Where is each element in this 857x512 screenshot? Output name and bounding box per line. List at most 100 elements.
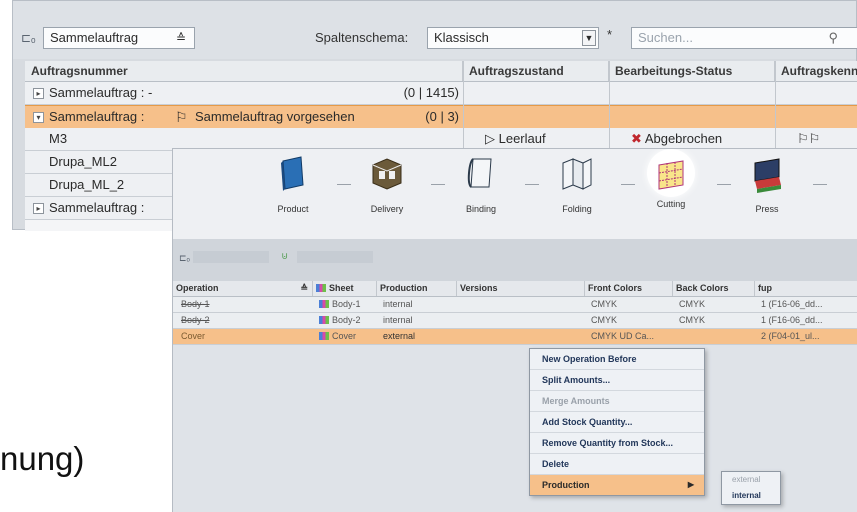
tree-view-icon[interactable]: ⊏ₒ <box>179 253 190 264</box>
aborted-status: ✖ Abgebrochen <box>631 131 723 146</box>
row-count: (0 | 1415) <box>403 85 459 100</box>
expand-icon[interactable]: ▸ <box>33 88 44 99</box>
row-name-suffix: Sammelauftrag vorgesehen <box>195 109 355 124</box>
job-marker-icon: ⚐⚐ <box>797 131 821 146</box>
order-list-toolbar: ⊏ₒ Sammelauftrag ≙ Spaltenschema: Klassi… <box>13 1 857 59</box>
column-schema-value: Klassisch <box>434 30 489 45</box>
table-row-selected[interactable]: ▾ Sammelauftrag : ⚐ Sammelauftrag vorges… <box>25 105 857 129</box>
sheet-cell: Body-2 <box>319 313 361 328</box>
toolbar-field[interactable] <box>193 251 269 263</box>
col-header-bearbeitungs-status[interactable]: Bearbeitungs-Status <box>609 61 775 81</box>
front-colors-cell: CMYK UD Ca... <box>591 331 655 341</box>
caption-fragment: nung) <box>0 440 85 477</box>
step-folding[interactable]: Folding <box>541 155 613 214</box>
sheet-icon <box>319 332 329 340</box>
col-header-back-colors[interactable]: Back Colors <box>673 281 755 296</box>
step-delivery[interactable]: Delivery <box>351 155 423 214</box>
sheet-cell: Body-1 <box>319 297 361 312</box>
back-colors-cell: CMYK <box>679 299 706 309</box>
sheet-icon <box>316 284 326 292</box>
step-connector <box>717 184 731 185</box>
collapse-icon[interactable]: ▾ <box>33 112 44 123</box>
workflow-steps: Product Delivery Binding Folding Cutting… <box>173 149 857 239</box>
search-placeholder: Suchen... <box>638 30 693 45</box>
row-name: Drupa_ML_2 <box>49 177 125 192</box>
step-binding[interactable]: Binding <box>445 155 517 214</box>
menu-item-add-stock-quantity[interactable]: Add Stock Quantity... <box>530 412 704 433</box>
col-header-production[interactable]: Production <box>377 281 457 296</box>
step-connector <box>431 184 445 185</box>
cutting-icon <box>658 160 684 190</box>
col-header-front-colors[interactable]: Front Colors <box>585 281 673 296</box>
operation-name: Cover <box>181 331 206 341</box>
operation-name: Body-2 <box>181 315 210 325</box>
search-input[interactable]: Suchen... ⚲ <box>631 27 857 49</box>
tree-view-icon[interactable]: ⊏ₒ <box>21 31 36 45</box>
row-name: Sammelauftrag : <box>49 109 145 124</box>
folding-icon <box>562 158 592 190</box>
menu-item-new-operation-before[interactable]: New Operation Before <box>530 349 704 370</box>
delivery-icon <box>372 158 402 190</box>
view-combo[interactable]: Sammelauftrag ≙ <box>43 27 195 49</box>
submenu-item-internal[interactable]: internal <box>722 488 780 504</box>
submenu-arrow-icon: ▶ <box>687 480 694 489</box>
modified-marker: * <box>607 27 613 42</box>
row-name: Sammelauftrag : <box>49 200 145 215</box>
step-cutting[interactable]: Cutting <box>635 149 707 209</box>
submenu-item-external: external <box>732 475 761 484</box>
filter-icon[interactable]: ⊍ <box>281 251 288 262</box>
table-row[interactable]: Body-2 Body-2 internal CMYK CMYK 1 (F16-… <box>173 313 857 329</box>
col-header-auftragskenn[interactable]: Auftragskenn <box>775 61 857 81</box>
row-name: M3 <box>49 131 68 146</box>
sheet-icon <box>319 300 329 308</box>
sheet-cell: Cover <box>319 329 356 344</box>
col-header-operation[interactable]: Operation ≙ <box>173 281 313 296</box>
operation-name: Body-1 <box>181 299 210 309</box>
menu-item-delete[interactable]: Delete <box>530 454 704 475</box>
idle-status: ▷ Leerlauf <box>485 131 546 146</box>
back-colors-cell: CMYK <box>679 315 706 325</box>
front-colors-cell: CMYK <box>591 299 618 309</box>
row-count: (0 | 3) <box>425 109 459 124</box>
binding-icon <box>467 158 492 188</box>
front-colors-cell: CMYK <box>591 315 618 325</box>
col-header-auftragsnummer[interactable]: Auftragsnummer <box>25 61 463 81</box>
production-cell: internal <box>383 299 413 309</box>
col-header-fup[interactable]: fup <box>755 281 857 296</box>
menu-item-remove-quantity-from-stock[interactable]: Remove Quantity from Stock... <box>530 433 704 454</box>
menu-item-split-amounts[interactable]: Split Amounts... <box>530 370 704 391</box>
fup-cell: 2 (F04-01_ul... <box>761 331 820 341</box>
fup-cell: 1 (F16-06_dd... <box>761 315 823 325</box>
step-product[interactable]: Product <box>257 155 329 214</box>
menu-item-merge-amounts: Merge Amounts <box>530 391 704 412</box>
step-connector <box>813 184 827 185</box>
view-combo-value: Sammelauftrag <box>50 30 139 45</box>
step-label: Press <box>755 204 779 214</box>
row-name: Sammelauftrag : - <box>49 85 153 100</box>
step-label: Cutting <box>656 199 686 209</box>
table-row[interactable]: ▸ Sammelauftrag : - (0 | 1415) <box>25 82 857 105</box>
step-press[interactable]: Press <box>731 155 803 214</box>
column-schema-select[interactable]: Klassisch ▼ <box>427 27 599 49</box>
step-connector <box>337 184 351 185</box>
chevron-down-icon[interactable]: ▼ <box>582 30 596 46</box>
step-connector <box>525 184 539 185</box>
col-header-sheet[interactable]: Sheet <box>313 281 377 296</box>
operation-table-header: Operation ≙ Sheet Production Versions Fro… <box>173 281 857 297</box>
production-cell: internal <box>383 315 413 325</box>
table-row[interactable]: Body-1 Body-1 internal CMYK CMYK 1 (F16-… <box>173 297 857 313</box>
col-header-versions[interactable]: Versions <box>457 281 585 296</box>
order-table-header: Auftragsnummer Auftragszustand Bearbeitu… <box>25 61 857 82</box>
order-flag-icon: ⚐ <box>175 109 188 125</box>
expand-icon[interactable]: ▸ <box>33 203 44 214</box>
operation-toolbar: ⊏ₒ ⊍ <box>173 239 857 279</box>
step-label: Binding <box>465 204 497 214</box>
table-row-selected[interactable]: Cover Cover external CMYK UD Ca... 2 (F0… <box>173 329 857 345</box>
toolbar-field[interactable] <box>297 251 373 263</box>
context-menu: New Operation Before Split Amounts... Me… <box>529 348 705 496</box>
search-icon[interactable]: ⚲ <box>828 28 838 48</box>
col-header-auftragszustand[interactable]: Auftragszustand <box>463 61 609 81</box>
column-schema-label: Spaltenschema: <box>315 30 409 45</box>
menu-item-production[interactable]: Production ▶ <box>530 475 704 495</box>
step-label: Product <box>277 204 309 214</box>
